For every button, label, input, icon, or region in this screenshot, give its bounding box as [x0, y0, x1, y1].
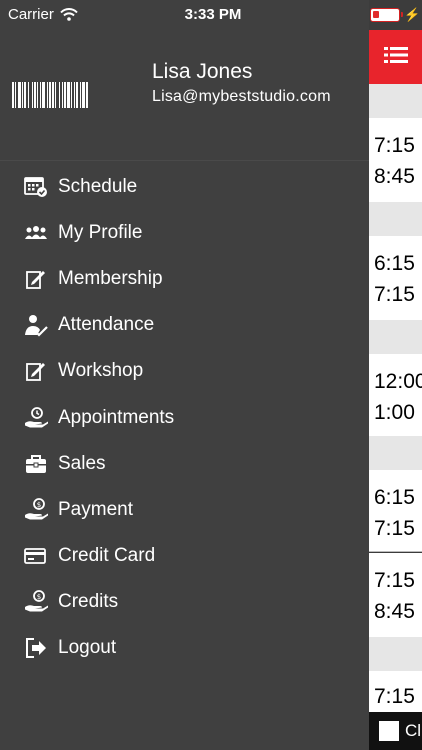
bottom-action-label: Cl	[405, 721, 422, 740]
slot-end: 7:15	[374, 283, 415, 306]
menu-item-label: Workshop	[58, 360, 144, 382]
profile-header[interactable]: Lisa Jones Lisa@mybeststudio.com	[0, 56, 369, 136]
slot-end: 8:45	[374, 165, 415, 188]
briefcase-icon	[24, 452, 48, 476]
battery-icon	[370, 8, 403, 22]
time-slot[interactable]: 12:00 1:00	[369, 354, 422, 436]
menu-item-my-profile[interactable]: My Profile	[0, 210, 369, 256]
date-band	[369, 637, 422, 671]
calendar-check-icon	[24, 175, 48, 199]
list-menu-button[interactable]	[383, 46, 408, 69]
side-menu: Lisa Jones Lisa@mybeststudio.com Schedul…	[0, 0, 369, 750]
menu-item-credit-card[interactable]: Credit Card	[0, 533, 369, 579]
divider	[0, 160, 369, 161]
menu-item-sales[interactable]: Sales	[0, 441, 369, 487]
slot-start: 7:15	[374, 685, 415, 708]
date-band	[369, 84, 422, 118]
time-slot[interactable]: 7:15 8:45	[369, 118, 422, 202]
svg-text:$: $	[37, 593, 41, 601]
menu-item-membership[interactable]: Membership	[0, 256, 369, 302]
slot-end: 8:45	[374, 600, 415, 623]
slot-end: 7:15	[374, 517, 415, 540]
menu-item-appointments[interactable]: Appointments	[0, 394, 369, 440]
status-bar: Carrier 3:33 PM ⚡	[0, 0, 422, 30]
money-hand-icon: $	[24, 497, 48, 522]
slot-start: 7:15	[374, 569, 415, 592]
menu-item-label: Sales	[58, 452, 106, 474]
user-email: Lisa@mybeststudio.com	[152, 88, 331, 105]
person-check-icon	[24, 313, 48, 337]
people-icon	[24, 221, 48, 245]
bottom-action-bar[interactable]: Cl	[369, 712, 422, 750]
menu-item-label: Payment	[58, 498, 133, 520]
menu-item-attendance[interactable]: Attendance	[0, 302, 369, 348]
date-band	[369, 320, 422, 354]
edit-note-icon	[24, 359, 48, 383]
clock-hand-icon	[24, 406, 48, 430]
money-hand-icon: $	[24, 589, 48, 614]
logout-icon	[24, 636, 48, 660]
checkbox[interactable]	[379, 721, 399, 741]
slot-start: 6:15	[374, 252, 415, 275]
menu-item-workshop[interactable]: Workshop	[0, 348, 369, 394]
charging-icon: ⚡	[404, 7, 421, 22]
user-name: Lisa Jones	[152, 60, 253, 83]
status-time: 3:33 PM	[184, 6, 242, 23]
slot-start: 6:15	[374, 486, 415, 509]
schedule-header	[369, 30, 422, 84]
menu-item-label: Logout	[58, 636, 117, 658]
menu-item-label: Credits	[58, 590, 119, 612]
date-band	[369, 202, 422, 236]
schedule-background: 7:15 8:45 6:15 7:15 12:00 1:00 6:15 7:15…	[369, 0, 422, 750]
menu-item-schedule[interactable]: Schedule	[0, 164, 369, 210]
menu-item-credits[interactable]: $ Credits	[0, 579, 369, 625]
barcode-icon	[12, 82, 142, 108]
menu-item-label: My Profile	[58, 222, 143, 244]
menu-item-label: Schedule	[58, 176, 138, 198]
menu-item-logout[interactable]: Logout	[0, 625, 369, 671]
menu-item-label: Membership	[58, 268, 163, 290]
slot-end: 1:00	[374, 401, 415, 424]
time-slot[interactable]: 6:15 7:15	[369, 236, 422, 320]
edit-note-icon	[24, 267, 48, 291]
menu-item-payment[interactable]: $ Payment	[0, 487, 369, 533]
slot-start: 7:15	[374, 134, 415, 157]
date-band	[369, 436, 422, 470]
time-slot[interactable]: 7:15 8:45	[369, 553, 422, 637]
svg-text:$: $	[37, 501, 41, 509]
list-icon	[383, 46, 408, 63]
slot-start: 12:00	[374, 370, 422, 393]
battery-indicator: ⚡	[370, 7, 420, 23]
time-slot[interactable]: 7:15	[369, 671, 422, 712]
menu-item-label: Credit Card	[58, 544, 156, 566]
menu-list: Schedule My Profile Membership Attendanc…	[0, 164, 369, 671]
menu-item-label: Appointments	[58, 406, 175, 428]
menu-item-label: Attendance	[58, 314, 155, 336]
credit-card-icon	[24, 544, 48, 568]
time-slot[interactable]: 6:15 7:15	[369, 470, 422, 552]
